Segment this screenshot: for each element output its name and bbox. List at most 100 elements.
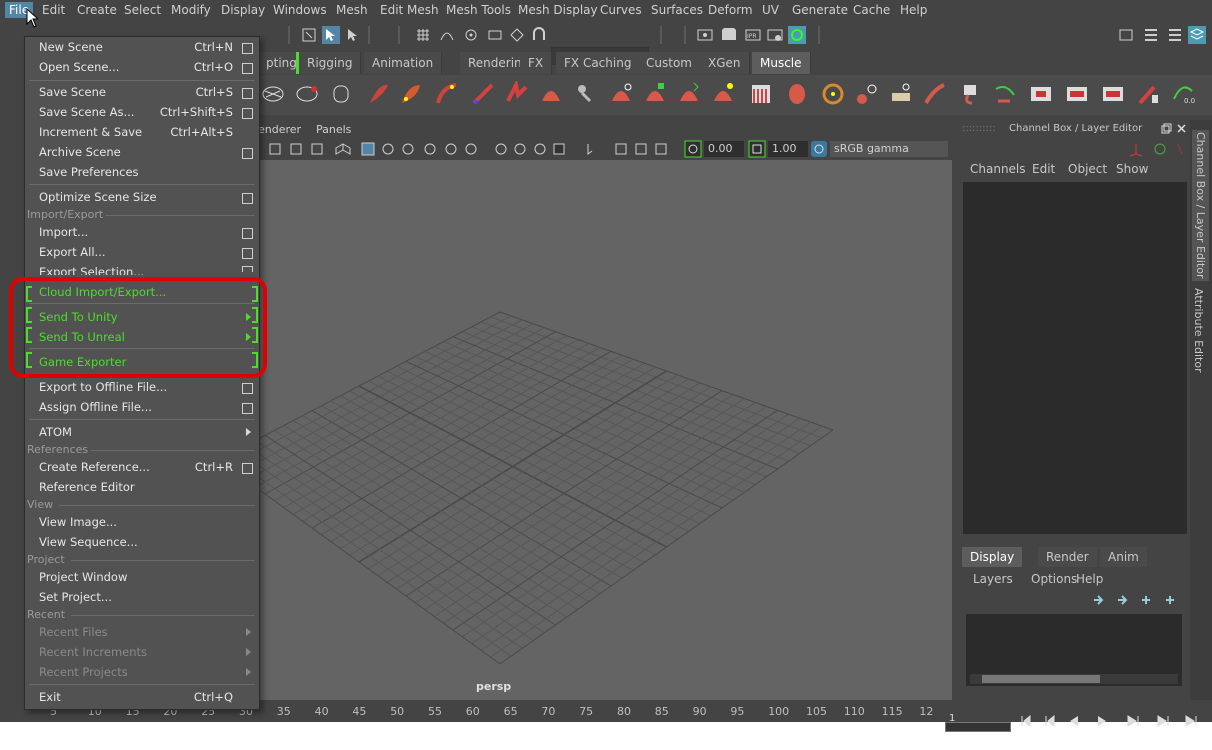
muscle-jiggle-icon[interactable] xyxy=(748,81,774,107)
option-box-icon[interactable] xyxy=(242,63,253,74)
muscle-film-2-icon[interactable] xyxy=(1064,81,1090,107)
menu-item-view-sequence[interactable]: View Sequence... xyxy=(39,532,138,552)
muscle-weight-icon[interactable] xyxy=(922,81,948,107)
option-box-icon[interactable] xyxy=(242,463,253,474)
tab-animation[interactable]: Animation xyxy=(364,52,443,74)
tab-custom[interactable]: Custom xyxy=(638,52,701,74)
muscle-cache-icon[interactable] xyxy=(958,81,984,107)
option-box-icon[interactable] xyxy=(242,228,253,239)
tab-xgen[interactable]: XGen xyxy=(700,52,750,74)
menu-item-export-selection[interactable]: Export Selection... xyxy=(39,262,144,275)
muscle-attach-2-icon[interactable] xyxy=(642,81,668,107)
tab-fx-caching[interactable]: FX Caching xyxy=(556,52,641,74)
option-box-icon[interactable] xyxy=(242,43,253,54)
menu-create[interactable]: Create xyxy=(77,3,117,17)
exposure-toggle-icon[interactable] xyxy=(748,140,766,158)
render-settings-icon[interactable] xyxy=(766,26,784,44)
muscle-spark-icon[interactable] xyxy=(710,81,736,107)
menu-edit-mesh[interactable]: Edit Mesh xyxy=(380,3,439,17)
menu-generate[interactable]: Generate xyxy=(792,3,848,17)
close-panel-icon[interactable] xyxy=(1176,123,1187,134)
option-box-icon[interactable] xyxy=(242,383,253,394)
channels-menu[interactable]: Channels xyxy=(970,162,1026,176)
edit-menu[interactable]: Edit xyxy=(1032,162,1055,176)
select-by-hierarchy-icon[interactable] xyxy=(300,26,318,44)
option-box-icon[interactable] xyxy=(242,88,253,99)
gamma-toggle-icon[interactable] xyxy=(684,140,702,158)
select-by-component-icon[interactable] xyxy=(344,26,362,44)
select-by-object-icon[interactable] xyxy=(322,26,340,44)
help-menu[interactable]: Help xyxy=(1076,572,1103,586)
menu-item-save-scene-as[interactable]: Save Scene As... xyxy=(39,102,134,122)
menu-display[interactable]: Display xyxy=(221,3,265,17)
muscle-keep-out-icon[interactable] xyxy=(820,81,846,107)
layer-action-icons[interactable] xyxy=(1088,592,1178,608)
channel-box-list[interactable] xyxy=(963,182,1187,534)
snap-to-view-plane-icon[interactable] xyxy=(486,26,504,44)
viewport-menu-renderer[interactable]: enderer xyxy=(258,123,301,136)
menu-mesh-display[interactable]: Mesh Display xyxy=(518,3,598,17)
menu-surfaces[interactable]: Surfaces xyxy=(651,3,703,17)
muscle-grid-icon[interactable] xyxy=(260,81,286,107)
menu-select[interactable]: Select xyxy=(124,3,161,17)
option-box-icon[interactable] xyxy=(242,108,253,119)
menu-uv[interactable]: UV xyxy=(762,3,779,17)
menu-deform[interactable]: Deform xyxy=(708,3,753,17)
layer-tab-anim[interactable]: Anim xyxy=(1100,547,1147,567)
option-box-icon[interactable] xyxy=(242,266,253,272)
muscle-fat-icon[interactable] xyxy=(538,81,564,107)
color-management-icon[interactable] xyxy=(810,140,828,158)
perspective-viewport[interactable]: persp xyxy=(258,160,952,700)
float-panel-icon[interactable] xyxy=(1161,123,1172,134)
layer-scrollbar-thumb[interactable] xyxy=(982,675,1100,683)
hypershade-icon[interactable] xyxy=(788,26,806,44)
menu-item-save-preferences[interactable]: Save Preferences xyxy=(39,162,139,182)
options-menu[interactable]: Options xyxy=(1031,572,1077,586)
menu-item-increment-save[interactable]: Increment & Save xyxy=(39,122,142,142)
menu-item-exit[interactable]: Exit xyxy=(39,687,61,707)
menu-edit[interactable]: Edit xyxy=(42,3,65,17)
render-current-frame-icon[interactable] xyxy=(720,26,738,44)
muscle-multi-icon[interactable] xyxy=(504,81,530,107)
muscle-film-3-icon[interactable] xyxy=(1100,81,1126,107)
muscle-film-icon[interactable] xyxy=(1028,81,1054,107)
menu-item-new-scene[interactable]: New Scene xyxy=(39,37,103,57)
menu-cache[interactable]: Cache xyxy=(853,3,890,17)
option-box-icon[interactable] xyxy=(242,193,253,204)
snap-to-grid-icon[interactable] xyxy=(414,26,432,44)
menu-item-atom[interactable]: ATOM xyxy=(39,422,72,442)
menu-item-export-offline[interactable]: Export to Offline File... xyxy=(39,377,167,397)
muscle-delete-icon[interactable] xyxy=(1136,81,1162,107)
snap-to-point-icon[interactable] xyxy=(462,26,480,44)
layers-menu[interactable]: Layers xyxy=(973,572,1013,586)
layer-list[interactable] xyxy=(966,614,1182,686)
muscle-connect-icon[interactable] xyxy=(676,81,702,107)
menu-item-view-image[interactable]: View Image... xyxy=(39,512,117,532)
menu-item-reference-editor[interactable]: Reference Editor xyxy=(39,477,135,497)
muscle-options-icon[interactable]: 0.0 xyxy=(1170,81,1196,107)
muscle-spline-icon[interactable] xyxy=(434,81,460,107)
option-box-icon[interactable] xyxy=(242,403,253,414)
muscle-cylinder-icon[interactable] xyxy=(328,81,354,107)
menu-item-import[interactable]: Import... xyxy=(39,222,88,242)
viewport-menu-panels[interactable]: Panels xyxy=(316,123,351,136)
layer-tab-display[interactable]: Display xyxy=(962,547,1023,567)
tool-settings-toggle-icon[interactable] xyxy=(1166,26,1184,44)
menu-item-export-all[interactable]: Export All... xyxy=(39,242,106,262)
menu-item-save-scene[interactable]: Save Scene xyxy=(39,82,106,102)
menu-item-recent-files[interactable]: Recent Files xyxy=(39,622,108,642)
layer-scrollbar[interactable] xyxy=(970,674,1178,684)
object-menu[interactable]: Object xyxy=(1068,162,1107,176)
side-tab-channel-box[interactable]: Channel Box / Layer Editor xyxy=(1192,130,1209,281)
muscle-paint-icon[interactable] xyxy=(572,81,598,107)
modeling-toolkit-icon[interactable] xyxy=(1117,26,1135,44)
tab-muscle[interactable]: Muscle xyxy=(752,52,811,74)
gamma-field[interactable]: 1.00 xyxy=(768,141,808,157)
playback-controls[interactable] xyxy=(1018,714,1208,728)
option-box-icon[interactable] xyxy=(242,148,253,159)
show-menu[interactable]: Show xyxy=(1116,162,1148,176)
render-view-icon[interactable] xyxy=(696,26,714,44)
color-space-dropdown[interactable]: sRGB gamma xyxy=(830,141,948,157)
muscle-attach-icon[interactable] xyxy=(608,81,634,107)
menu-help[interactable]: Help xyxy=(900,3,927,17)
